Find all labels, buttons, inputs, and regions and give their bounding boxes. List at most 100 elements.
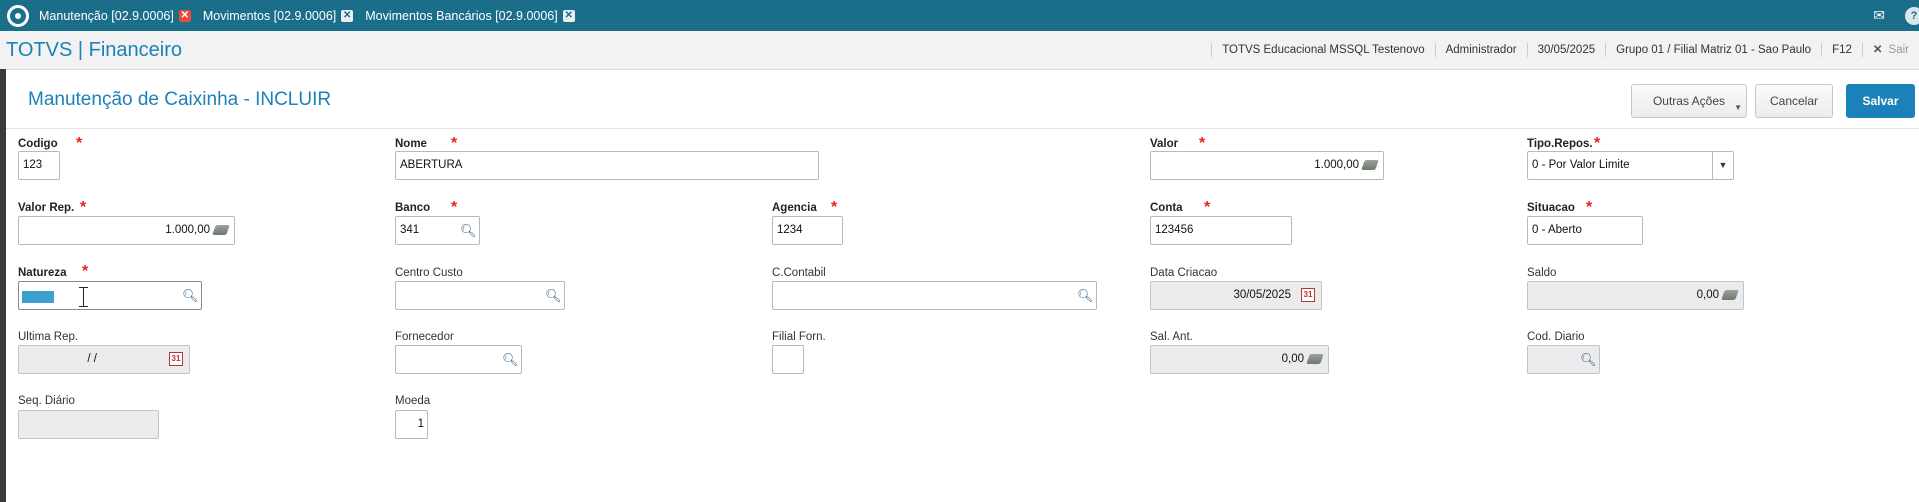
filial-forn-field[interactable]: [772, 345, 804, 374]
cancel-button[interactable]: Cancelar: [1755, 84, 1833, 118]
top-tab-bar: Manutenção [02.9.0006] ✕ Movimentos [02.…: [0, 0, 1919, 31]
required-marker: *: [451, 135, 458, 152]
required-marker: *: [1204, 199, 1211, 216]
app-header: TOTVS | Financeiro TOTVS Educacional MSS…: [0, 31, 1919, 70]
cancel-label: Cancelar: [1769, 94, 1819, 108]
sal-ant-field: 0,00: [1150, 345, 1329, 374]
cod-diario-field: 🔍︎: [1527, 345, 1600, 374]
moeda-field[interactable]: 1: [395, 410, 428, 439]
ultima-rep-field: / / 31: [18, 345, 190, 374]
exit-label: Sair: [1888, 44, 1909, 56]
search-icon[interactable]: 🔍︎: [182, 288, 199, 303]
label-moeda: Moeda: [395, 395, 431, 407]
tab-manutencao[interactable]: Manutenção [02.9.0006] ✕: [39, 9, 191, 23]
ultima-rep-value: / /: [87, 353, 97, 365]
situacao-field[interactable]: 0 - Aberto: [1527, 216, 1643, 245]
more-actions-button[interactable]: Outras Ações ▼: [1631, 84, 1747, 118]
caret-down-icon: ▼: [1734, 103, 1742, 112]
label-seq-diario: Seq. Diário: [18, 395, 75, 407]
agencia-field[interactable]: 1234: [772, 216, 843, 245]
close-icon: ✕: [1872, 44, 1883, 56]
valor-rep-value: 1.000,00: [165, 224, 210, 236]
tipo-repos-value: 0 - Por Valor Limite: [1532, 159, 1630, 171]
chevron-down-icon[interactable]: ▼: [1712, 152, 1733, 179]
left-edge: [0, 69, 6, 502]
label-nome: Nome: [395, 138, 427, 150]
conta-field[interactable]: 123456: [1150, 216, 1292, 245]
required-marker: *: [76, 135, 83, 152]
valor-field[interactable]: 1.000,00: [1150, 151, 1384, 180]
codigo-value: 123: [23, 159, 43, 171]
tipo-repos-select[interactable]: 0 - Por Valor Limite ▼: [1527, 151, 1734, 180]
label-situacao: Situacao: [1527, 202, 1575, 214]
required-marker: *: [831, 199, 838, 216]
required-marker: *: [80, 199, 87, 216]
calendar-icon[interactable]: 31: [1301, 288, 1315, 302]
text-cursor-icon: [79, 287, 88, 307]
label-data-criacao: Data Criacao: [1150, 267, 1218, 279]
centro-custo-field[interactable]: 🔍︎: [395, 281, 565, 310]
money-icon: [1306, 354, 1324, 364]
natureza-field[interactable]: 🔍︎: [18, 281, 202, 310]
tab-label: Manutenção [02.9.0006]: [39, 8, 174, 23]
data-criacao-value: 30/05/2025: [1233, 289, 1291, 301]
saldo-field: 0,00: [1527, 281, 1744, 310]
label-natureza: Natureza: [18, 267, 67, 279]
banco-field[interactable]: 341 🔍︎: [395, 216, 480, 245]
label-cod-diario: Cod. Diario: [1527, 331, 1585, 343]
tab-movimentos-bancarios[interactable]: Movimentos Bancários [02.9.0006] ✕: [365, 8, 575, 23]
form-title-bar: Manutenção de Caixinha - INCLUIR Outras …: [6, 70, 1919, 129]
label-saldo: Saldo: [1527, 267, 1557, 279]
close-icon[interactable]: ✕: [562, 9, 575, 22]
help-icon[interactable]: ?: [1905, 6, 1919, 25]
tab-label: Movimentos Bancários [02.9.0006]: [365, 8, 558, 23]
branch-info[interactable]: Grupo 01 / Filial Matriz 01 - Sao Paulo: [1605, 43, 1821, 57]
exit-button[interactable]: ✕ Sair: [1861, 43, 1919, 57]
nome-field[interactable]: ABERTURA: [395, 151, 819, 180]
fornecedor-field[interactable]: 🔍︎: [395, 345, 522, 374]
required-marker: *: [1586, 199, 1593, 216]
search-icon[interactable]: 🔍︎: [1580, 352, 1597, 367]
user-info: Administrador: [1434, 43, 1527, 57]
close-icon[interactable]: ✕: [178, 9, 191, 22]
money-icon[interactable]: [212, 225, 230, 235]
moeda-value: 1: [417, 418, 424, 430]
topbar-actions: ✉ ?: [1873, 0, 1919, 31]
save-button[interactable]: Salvar: [1846, 84, 1915, 118]
situacao-value: 0 - Aberto: [1532, 224, 1582, 236]
data-criacao-field[interactable]: 30/05/2025 31: [1150, 281, 1322, 310]
agencia-value: 1234: [777, 224, 803, 236]
text-selection: [22, 291, 54, 303]
label-c-contabil: C.Contabil: [772, 267, 826, 279]
label-tipo-repos: Tipo.Repos.: [1527, 138, 1593, 150]
banco-value: 341: [400, 224, 420, 236]
search-icon[interactable]: 🔍︎: [545, 288, 562, 303]
tab-movimentos[interactable]: Movimentos [02.9.0006] ✕: [203, 9, 354, 23]
seq-diario-field: [18, 410, 159, 439]
save-label: Salvar: [1862, 94, 1899, 108]
totvs-logo-icon[interactable]: [7, 4, 29, 27]
label-valor: Valor: [1150, 138, 1179, 150]
search-icon[interactable]: 🔍︎: [460, 223, 477, 238]
codigo-field[interactable]: 123: [18, 151, 60, 180]
session-info: TOTVS Educacional MSSQL Testenovo Admini…: [1211, 31, 1919, 69]
required-marker: *: [82, 263, 89, 280]
app-brand: TOTVS | Financeiro: [6, 39, 182, 61]
search-icon[interactable]: 🔍︎: [502, 352, 519, 367]
shortcut-info[interactable]: F12: [1821, 43, 1862, 57]
close-icon[interactable]: ✕: [341, 9, 354, 22]
valor-rep-field[interactable]: 1.000,00: [18, 216, 235, 245]
nome-value: ABERTURA: [400, 159, 463, 171]
required-marker: *: [1594, 135, 1601, 152]
conta-value: 123456: [1155, 224, 1194, 236]
mail-icon[interactable]: ✉: [1873, 7, 1885, 24]
money-icon[interactable]: [1361, 160, 1379, 170]
valor-value: 1.000,00: [1314, 159, 1359, 171]
c-contabil-field[interactable]: 🔍︎: [772, 281, 1097, 310]
sal-ant-value: 0,00: [1281, 353, 1304, 365]
label-filial-forn: Filial Forn.: [772, 331, 826, 343]
search-icon[interactable]: 🔍︎: [1077, 288, 1094, 303]
label-sal-ant: Sal. Ant.: [1150, 331, 1193, 343]
money-icon: [1721, 290, 1739, 300]
required-marker: *: [1199, 135, 1206, 152]
